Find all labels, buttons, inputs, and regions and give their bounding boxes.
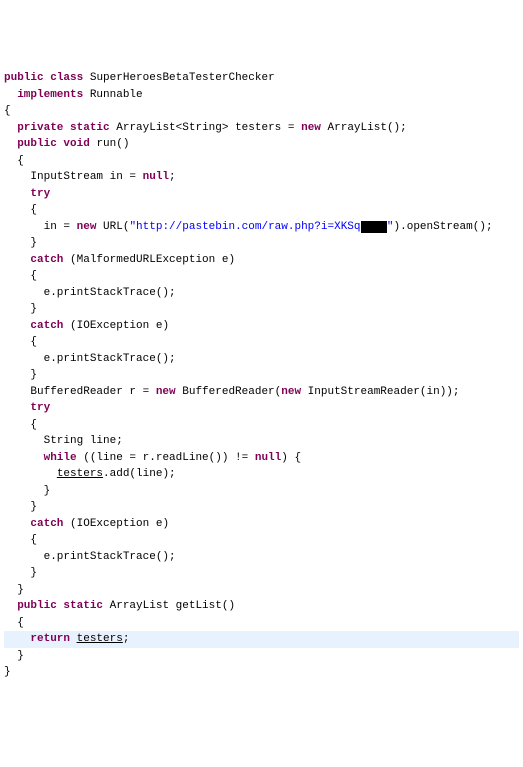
keyword-static: static [63,600,103,612]
call-printstack: e.printStackTrace(); [44,551,176,563]
call-printstack: e.printStackTrace(); [44,353,176,365]
keyword-try: try [30,402,50,414]
call-openstream: .openStream(); [400,221,492,233]
keyword-void: void [63,138,89,150]
highlighted-line: return testers; [4,631,519,648]
keyword-public: public [17,600,57,612]
decl-line: String line; [44,435,123,447]
decl-inputstream: InputStream in = [30,171,142,183]
url-string: "http://pastebin.com/raw.php?i=XKSq [129,221,360,233]
keyword-implements: implements [17,89,83,101]
call-printstack: e.printStackTrace(); [44,287,176,299]
keyword-class: class [50,72,83,84]
type-ioexception: IOException [77,320,150,332]
keyword-try: try [30,188,50,200]
keyword-while: while [44,452,77,464]
assign-in: in = [44,221,77,233]
keyword-catch: catch [30,320,63,332]
redacted-text: XXXX [361,221,387,233]
keyword-new: new [301,122,321,134]
interface-name: Runnable [90,89,143,101]
keyword-null: null [143,171,169,183]
decl-reader: BufferedReader r = [30,386,155,398]
type-malformed: MalformedURLException [77,254,216,266]
code-editor: public class SuperHeroesBetaTesterChecke… [4,70,519,681]
keyword-null: null [255,452,281,464]
keyword-public: public [17,138,57,150]
field-testers: testers [235,122,281,134]
keyword-new: new [156,386,176,398]
type-ioexception: IOException [77,518,150,530]
method-run: run [96,138,116,150]
getlist-sig: ArrayList getList() [103,600,235,612]
keyword-private: private [17,122,63,134]
keyword-catch: catch [30,254,63,266]
keyword-return: return [30,633,70,645]
keyword-new: new [281,386,301,398]
field-testers-ref: testers [77,633,123,645]
keyword-public: public [4,72,44,84]
field-testers-ref: testers [57,468,103,480]
keyword-static: static [70,122,110,134]
type-arraylist: ArrayList<String> [116,122,228,134]
class-name: SuperHeroesBetaTesterChecker [90,72,275,84]
keyword-new: new [77,221,97,233]
keyword-catch: catch [30,518,63,530]
ctor-arraylist: ArrayList(); [328,122,407,134]
